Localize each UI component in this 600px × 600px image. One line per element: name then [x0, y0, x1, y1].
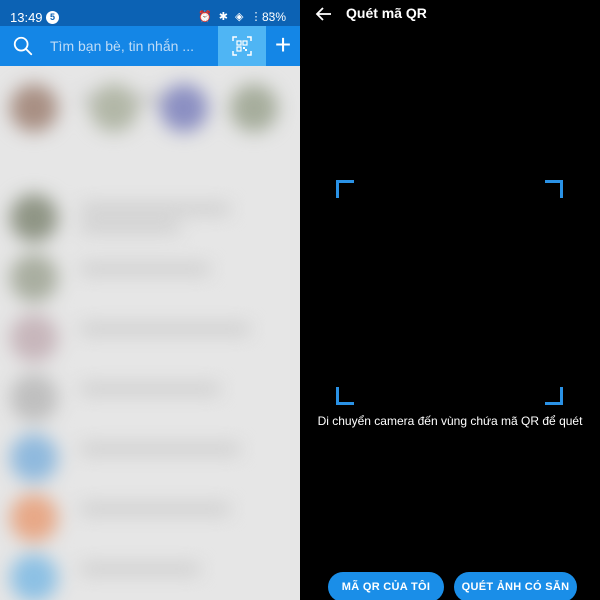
scan-frame-corner-bottom-left: [336, 387, 354, 405]
plus-icon[interactable]: +: [266, 26, 300, 66]
scan-frame-corner-top-right: [545, 180, 563, 198]
status-time: 13:49: [10, 10, 43, 25]
battery-level: 83%: [262, 10, 287, 24]
my-qr-button[interactable]: MÃ QR CỦA TÔI: [328, 572, 444, 600]
search-icon[interactable]: [12, 35, 34, 57]
scan-existing-image-button[interactable]: QUÉT ẢNH CÓ SẴN: [454, 572, 577, 600]
arrow-left-icon[interactable]: [314, 4, 334, 24]
qr-code-icon: [232, 36, 252, 56]
search-input[interactable]: [50, 36, 210, 56]
blurred-conversation-list: [0, 66, 300, 600]
search-bar: +: [0, 26, 300, 66]
home-screen: 13:49 5 ⏰ ✱ ◈ ⋮ ⫶ 83% +: [0, 0, 300, 600]
scan-hint: Di chuyển camera đến vùng chứa mã QR để …: [317, 414, 583, 428]
page-title: Quét mã QR: [346, 5, 427, 21]
notification-badge: 5: [46, 11, 59, 24]
scan-frame-corner-bottom-right: [545, 387, 563, 405]
scan-frame-corner-top-left: [336, 180, 354, 198]
qr-scanner-screen: Quét mã QR Di chuyển camera đến vùng chứ…: [300, 0, 600, 600]
qr-scan-button[interactable]: [218, 26, 266, 66]
